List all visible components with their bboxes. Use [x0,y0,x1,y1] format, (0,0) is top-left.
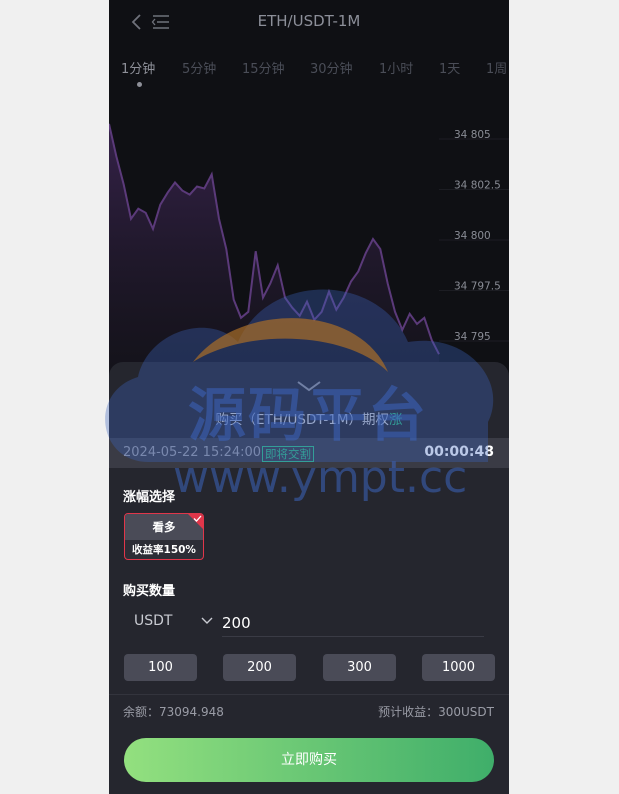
quantity-label: 购买数量 [123,584,176,599]
expected-profit-text: 预计收益：300USDT [378,705,494,719]
price-chart-svg: 34 805 34 802.5 34 800 34 797.5 34 795 [109,123,509,380]
range-label: 涨幅选择 [123,490,176,505]
tab-1hour[interactable]: 1小时 [379,58,413,77]
page-title: ETH/USDT-1M [257,12,361,30]
tab-1day[interactable]: 1天 [439,58,460,77]
settlement-datetime: 2024-05-22 15:24:00 [123,445,262,460]
countdown-timer: 00:00:48 [424,444,494,460]
buy-title-text: 购买（ETH/USDT-1M）期权 [215,412,389,428]
buy-panel: 购买（ETH/USDT-1M）期权涨 2024-05-22 15:24:00 即… [109,362,509,794]
buy-title: 购买（ETH/USDT-1M）期权涨 [109,408,509,428]
interval-tabs: 1分钟 5分钟 15分钟 30分钟 1小时 1天 1周 [109,56,509,90]
price-area [109,123,439,380]
chevron-down-icon[interactable] [201,616,213,626]
preset-button-1000[interactable]: 1000 [422,654,495,681]
y-tick-label: 34 805 [454,129,491,141]
tab-15min[interactable]: 15分钟 [242,58,285,77]
preset-button-100[interactable]: 100 [124,654,197,681]
phone-screen: ETH/USDT-1M 1分钟 5分钟 15分钟 30分钟 1小时 1天 1周 … [109,0,509,794]
tab-1week[interactable]: 1周 [486,58,507,77]
amount-input[interactable] [222,609,484,637]
y-tick-label: 34 795 [454,331,491,343]
balance-text: 余额：73094.948 [123,705,224,719]
y-tick-label: 34 800 [454,230,491,242]
status-badge: 即将交割 [262,446,314,462]
tab-1min[interactable]: 1分钟 [121,58,155,77]
preset-button-200[interactable]: 200 [223,654,296,681]
y-tick-label: 34 797.5 [454,281,501,293]
tab-30min[interactable]: 30分钟 [310,58,353,77]
active-tab-indicator [137,82,142,87]
y-tick-label: 34 802.5 [454,180,501,192]
check-icon [193,515,202,522]
header: ETH/USDT-1M [109,0,509,44]
divider [109,694,509,695]
direction-rise: 涨 [388,412,403,428]
buy-now-button[interactable]: 立即购买 [124,738,494,782]
settlement-row: 2024-05-22 15:24:00 即将交割 00:00:48 [109,438,509,468]
collapse-chevron-icon[interactable] [295,378,323,394]
currency-select[interactable]: USDT [134,613,172,629]
price-chart[interactable]: 34 805 34 802.5 34 800 34 797.5 34 795 [109,90,509,380]
option-card-bullish[interactable]: 看多 收益率150% [124,513,204,560]
option-rate: 收益率150% [132,544,196,556]
tab-5min[interactable]: 5分钟 [182,58,216,77]
preset-button-300[interactable]: 300 [323,654,396,681]
